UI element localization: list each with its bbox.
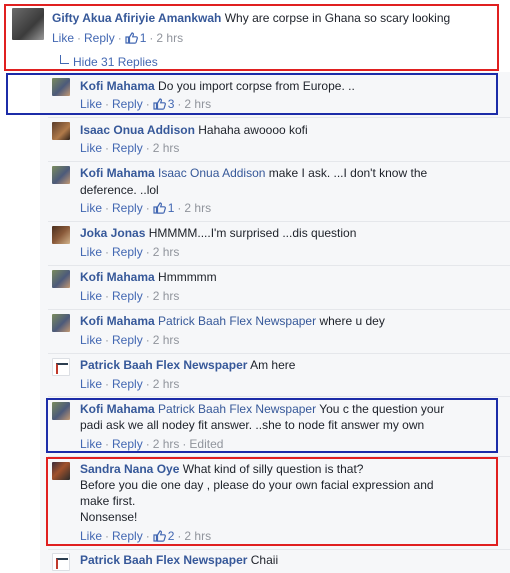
author-name[interactable]: Kofi Mahama (80, 270, 155, 284)
like-button[interactable]: Like (80, 333, 102, 347)
thumbs-up-icon (153, 202, 166, 214)
timestamp[interactable]: 2 hrs (184, 201, 211, 215)
comment-text-continued: deference. ..lol (80, 183, 159, 197)
highlight-box-red (46, 457, 498, 546)
reply-button[interactable]: Reply (112, 201, 143, 215)
highlight-box-red (4, 4, 499, 71)
divider (48, 265, 510, 266)
comment-text: Hahaha awoooo kofi (198, 123, 308, 137)
divider (48, 309, 510, 310)
reply-actions: Like · Reply · 2 hrs (80, 377, 180, 391)
author-name[interactable]: Kofi Mahama (80, 166, 155, 180)
flex-logo-icon (56, 363, 68, 374)
divider (48, 117, 510, 118)
reply-actions: Like · Reply · 2 hrs (80, 245, 180, 259)
reply-button[interactable]: Reply (112, 377, 143, 391)
timestamp[interactable]: 2 hrs (153, 141, 180, 155)
tagged-user[interactable]: Isaac Onua Addison (158, 166, 265, 180)
reply-body: Kofi Mahama Isaac Onua Addison make I as… (80, 166, 427, 181)
like-button[interactable]: Like (80, 141, 102, 155)
timestamp[interactable]: 2 hrs (153, 333, 180, 347)
like-button[interactable]: Like (80, 289, 102, 303)
comment-text: Am here (250, 358, 296, 372)
avatar[interactable] (52, 314, 70, 332)
reply-body: Patrick Baah Flex Newspaper Chaii (80, 553, 278, 568)
reply-actions: Like · Reply · 2 hrs (80, 333, 180, 347)
avatar[interactable] (52, 358, 70, 376)
avatar[interactable] (52, 553, 70, 571)
highlight-box-blue (46, 398, 498, 453)
author-name[interactable]: Kofi Mahama (80, 314, 155, 328)
like-button[interactable]: Like (80, 201, 102, 215)
reply-body: Kofi Mahama Hmmmmm (80, 270, 217, 285)
reply-button[interactable]: Reply (112, 289, 143, 303)
reply-button[interactable]: Reply (112, 141, 143, 155)
reply-button[interactable]: Reply (112, 333, 143, 347)
author-name[interactable]: Patrick Baah Flex Newspaper (80, 553, 247, 567)
timestamp[interactable]: 2 hrs (153, 245, 180, 259)
avatar[interactable] (52, 122, 70, 140)
comment-text: where u dey (319, 314, 385, 328)
divider (48, 221, 510, 222)
comment-text: make I ask. ...I don't know the (268, 166, 428, 180)
author-name[interactable]: Patrick Baah Flex Newspaper (80, 358, 247, 372)
reply-body: Patrick Baah Flex Newspaper Am here (80, 358, 295, 373)
reply-actions: Like · Reply · 2 hrs (80, 289, 180, 303)
timestamp[interactable]: 2 hrs (153, 289, 180, 303)
like-count[interactable]: 1 (153, 201, 174, 215)
reply-body: Joka Jonas HMMMM....I'm surprised ...dis… (80, 226, 356, 241)
highlight-box-blue (6, 73, 498, 115)
comment-text: Chaii (250, 553, 279, 567)
avatar[interactable] (52, 226, 70, 244)
avatar[interactable] (52, 166, 70, 184)
author-name[interactable]: Isaac Onua Addison (80, 123, 195, 137)
comment-text: Hmmmmm (158, 270, 217, 284)
tagged-user[interactable]: Patrick Baah Flex Newspaper (158, 314, 316, 328)
reply-body: Isaac Onua Addison Hahaha awoooo kofi (80, 123, 308, 138)
divider (48, 549, 510, 550)
avatar[interactable] (52, 270, 70, 288)
divider (48, 161, 510, 162)
divider (48, 353, 510, 354)
reply-actions: Like · Reply · 2 hrs (80, 141, 180, 155)
like-button[interactable]: Like (80, 377, 102, 391)
divider (48, 396, 510, 397)
like-button[interactable]: Like (80, 245, 102, 259)
flex-logo-icon (56, 558, 68, 569)
reply-actions: Like · Reply · 1 · 2 hrs (80, 201, 212, 215)
timestamp[interactable]: 2 hrs (153, 377, 180, 391)
author-name[interactable]: Joka Jonas (80, 226, 145, 240)
reply-button[interactable]: Reply (112, 245, 143, 259)
reply-body: Kofi Mahama Patrick Baah Flex Newspaper … (80, 314, 385, 329)
comment-text: HMMMM....I'm surprised ...dis question (148, 226, 357, 240)
